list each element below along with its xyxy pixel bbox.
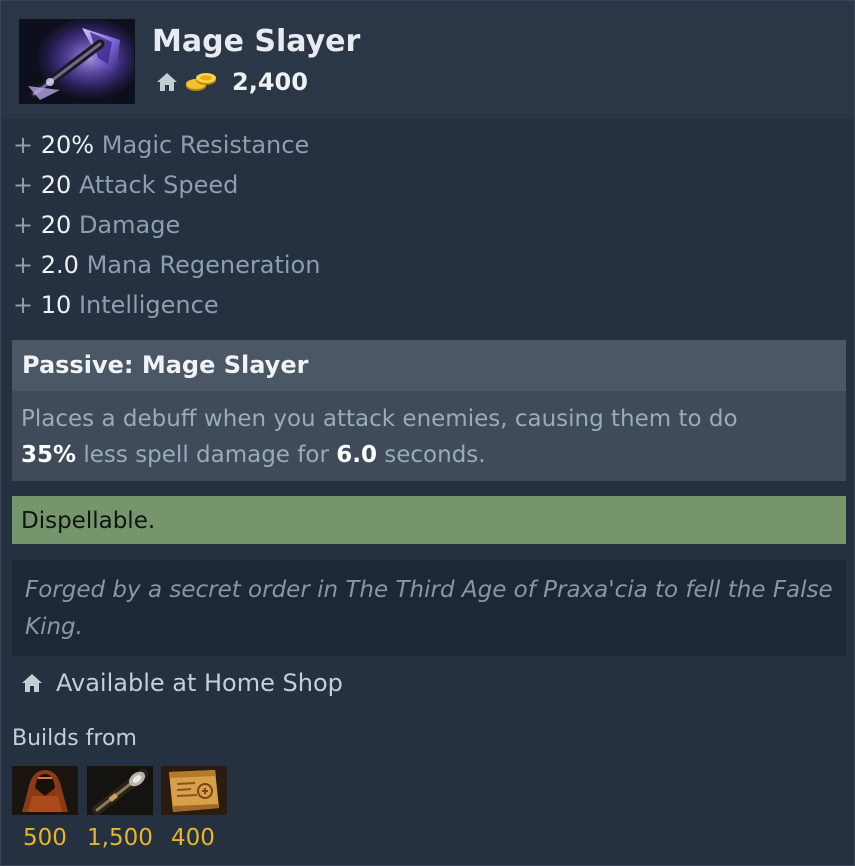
builds-from-label: Builds from <box>12 726 137 751</box>
home-icon <box>21 672 43 694</box>
passive-text: Places a debuff when you attack enemies,… <box>21 406 738 432</box>
stat-magic-resistance: + 20% Magic Resistance <box>13 127 320 167</box>
component-cost-staff: 1,500 <box>87 825 153 851</box>
tooltip-header: Mage Slayer 2,400 <box>1 1 854 119</box>
item-tooltip: Mage Slayer 2,400 + 20% Magic Resistance <box>0 0 855 866</box>
passive-value: 35% <box>21 442 77 468</box>
passive-value: 6.0 <box>336 442 377 468</box>
stat-prefix: + <box>13 251 34 279</box>
component-staff[interactable] <box>87 766 153 815</box>
item-cost: 2,400 <box>232 68 308 96</box>
stat-label: Intelligence <box>78 291 219 319</box>
home-icon <box>156 71 178 93</box>
shop-availability: Available at Home Shop <box>21 665 343 701</box>
cloak-icon <box>12 766 78 815</box>
passive-text: less spell damage for <box>83 442 329 468</box>
lore-text: Forged by a secret order in The Third Ag… <box>12 560 846 656</box>
staff-icon <box>87 766 153 815</box>
dispel-type-banner: Dispellable. <box>12 496 846 544</box>
stat-list: + 20% Magic Resistance + 20 Attack Speed… <box>13 127 320 327</box>
stat-prefix: + <box>13 211 34 239</box>
availability-label: Available at Home Shop <box>56 669 343 697</box>
component-cost-cloak: 500 <box>23 825 67 851</box>
stat-mana-regeneration: + 2.0 Mana Regeneration <box>13 247 320 287</box>
stat-value: 10 <box>40 291 72 319</box>
mage-slayer-item-icon <box>19 19 135 104</box>
stat-value: 2.0 <box>40 251 79 279</box>
stat-label: Magic Resistance <box>101 131 310 159</box>
passive-title: Passive: Mage Slayer <box>12 340 846 391</box>
stat-label: Mana Regeneration <box>86 251 321 279</box>
gold-coins-icon <box>184 70 218 94</box>
stat-intelligence: + 10 Intelligence <box>13 287 320 327</box>
stat-label: Damage <box>78 211 181 239</box>
stat-label: Attack Speed <box>78 171 239 199</box>
stat-prefix: + <box>13 171 34 199</box>
item-cost-row: 2,400 <box>156 65 308 99</box>
component-recipe[interactable] <box>161 766 227 815</box>
component-cost-recipe: 400 <box>171 825 215 851</box>
stat-value: 20% <box>40 131 95 159</box>
stat-prefix: + <box>13 291 34 319</box>
stat-value: 20 <box>40 171 72 199</box>
passive-description: Places a debuff when you attack enemies,… <box>12 391 846 481</box>
stat-prefix: + <box>13 131 34 159</box>
item-name: Mage Slayer <box>152 24 361 59</box>
stat-damage: + 20 Damage <box>13 207 320 247</box>
stat-value: 20 <box>40 211 72 239</box>
component-cloak[interactable] <box>12 766 78 815</box>
passive-text: seconds. <box>384 442 486 468</box>
recipe-scroll-icon <box>161 766 227 815</box>
stat-attack-speed: + 20 Attack Speed <box>13 167 320 207</box>
